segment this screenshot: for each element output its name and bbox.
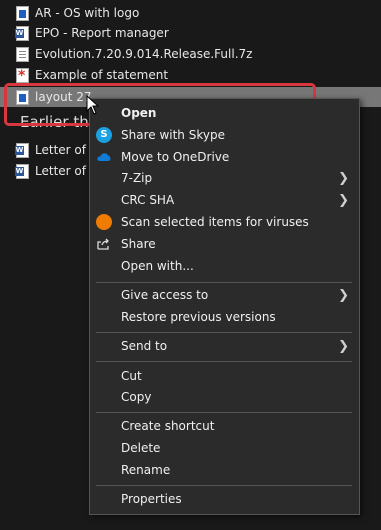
menu-item-cut[interactable]: Cut [90,365,359,387]
file-name: Letter of [35,143,86,157]
menu-item-restore[interactable]: Restore previous versions [90,306,359,328]
menu-separator [96,412,352,413]
menu-item-give-access[interactable]: Give access to ❯ [90,284,359,306]
menu-label: Open with... [121,259,194,273]
menu-item-share[interactable]: Share [90,233,359,255]
menu-item-copy[interactable]: Copy [90,386,359,408]
menu-item-scan-viruses[interactable]: Scan selected items for viruses [90,211,359,233]
menu-item-share-skype[interactable]: S Share with Skype [90,124,359,146]
menu-separator [96,361,352,362]
menu-separator [96,282,352,283]
file-name: Letter of [35,164,86,178]
file-row[interactable]: Example of statement [16,65,168,85]
menu-label: Create shortcut [121,419,215,433]
archive-icon [16,46,29,62]
menu-item-crc-sha[interactable]: CRC SHA ❯ [90,189,359,211]
menu-label: Open [121,106,157,120]
word-icon [15,25,29,41]
menu-label: CRC SHA [121,193,175,207]
menu-item-delete[interactable]: Delete [90,437,359,459]
mouse-pointer-icon [86,95,100,115]
menu-label: Copy [121,390,152,404]
menu-item-open-with[interactable]: Open with... [90,255,359,277]
menu-item-move-onedrive[interactable]: Move to OneDrive [90,146,359,168]
menu-item-send-to[interactable]: Send to ❯ [90,335,359,357]
menu-label: Share [121,237,156,251]
antivirus-icon [96,214,112,230]
menu-label: Cut [121,369,142,383]
file-row[interactable]: Letter of [15,140,86,160]
file-row[interactable]: Letter of [15,161,86,181]
menu-item-open[interactable]: Open [90,102,359,124]
share-icon [96,236,112,252]
menu-label: 7-Zip [121,171,153,185]
onedrive-icon [96,149,112,165]
menu-item-rename[interactable]: Rename [90,459,359,481]
context-menu: Open S Share with Skype Move to OneDrive… [89,98,360,515]
skype-icon: S [96,127,112,143]
chevron-right-icon: ❯ [338,193,349,208]
file-name: Example of statement [35,68,169,82]
blue-doc-icon [16,5,29,21]
menu-label: Send to [121,339,168,353]
menu-label: Scan selected items for viruses [121,215,309,229]
file-row[interactable]: AR - OS with logo [16,3,139,23]
file-row[interactable]: EPO - Report manager [15,23,169,43]
menu-separator [96,332,352,333]
chevron-right-icon: ❯ [338,171,349,186]
menu-label: Give access to [121,288,209,302]
menu-label: Move to OneDrive [121,150,230,164]
pdf-icon [16,67,29,84]
file-name: Evolution.7.20.9.014.Release.Full.7z [35,47,253,61]
chevron-right-icon: ❯ [338,339,349,354]
menu-label: Share with Skype [121,128,225,142]
file-name: EPO - Report manager [35,26,169,40]
menu-label: Rename [121,463,171,477]
menu-label: Restore previous versions [121,310,276,324]
menu-label: Delete [121,441,161,455]
file-name: AR - OS with logo [35,6,140,20]
chevron-right-icon: ❯ [338,288,349,303]
menu-separator [96,485,352,486]
menu-item-create-shortcut[interactable]: Create shortcut [90,415,359,437]
file-row[interactable]: Evolution.7.20.9.014.Release.Full.7z [16,44,252,64]
menu-item-7zip[interactable]: 7-Zip ❯ [90,167,359,189]
menu-item-properties[interactable]: Properties [90,488,359,510]
word-icon [15,163,29,179]
word-icon [15,142,29,158]
menu-label: Properties [121,492,182,506]
